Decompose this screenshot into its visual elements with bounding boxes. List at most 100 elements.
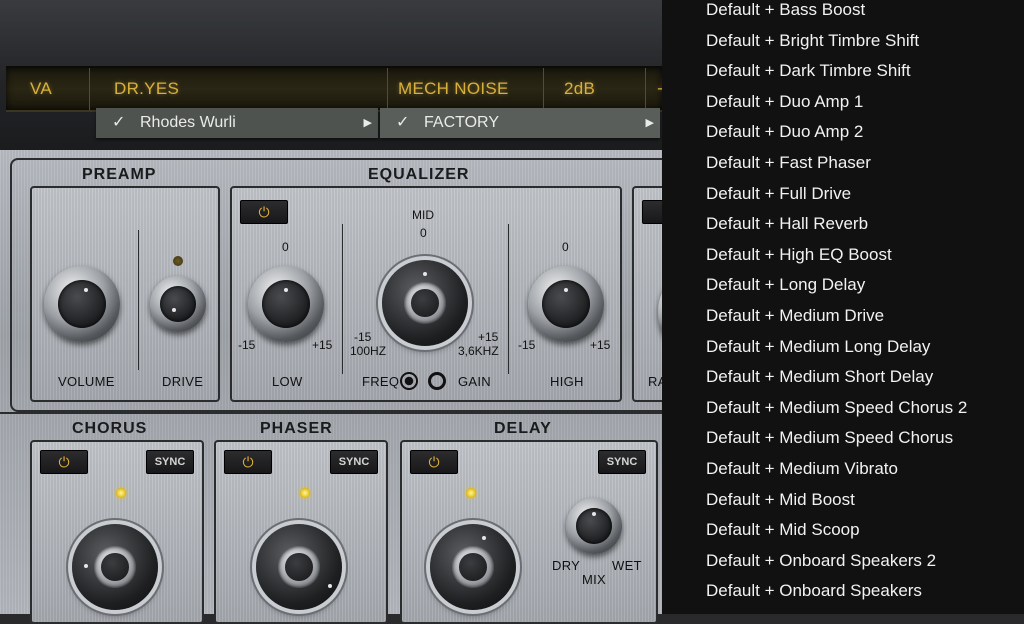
- level-display[interactable]: 2dB: [544, 68, 646, 110]
- mid-knob-inner-cap: [411, 289, 439, 317]
- high-min-label: -15: [518, 338, 536, 352]
- preamp-box: VOLUME DRIVE: [30, 186, 220, 402]
- effects-panel: PREAMP VOLUME DRIVE EQUALIZER ⏻ 0 -15 +1…: [0, 150, 698, 624]
- preset-menu-item[interactable]: Default + Hall Reverb: [706, 209, 868, 239]
- submenu-arrow-icon: ▶: [645, 117, 654, 129]
- preset-menu-item[interactable]: Default + Duo Amp 2: [706, 117, 863, 147]
- preset-menu-item[interactable]: Default + Medium Speed Chorus: [706, 423, 953, 453]
- mid-eq-knob[interactable]: [382, 260, 468, 346]
- delay-title: DELAY: [494, 420, 552, 437]
- phaser-knob-inner-cap: [285, 553, 313, 581]
- chorus-knob-indicator: [84, 564, 88, 568]
- mix-knob-indicator: [592, 512, 596, 516]
- preamp-title: PREAMP: [82, 166, 157, 183]
- low-min-label: -15: [238, 338, 256, 352]
- phaser-knob-indicator: [328, 584, 332, 588]
- high-knob-indicator: [564, 288, 568, 292]
- delay-box: ⏻ SYNC DRY WET MIX: [400, 440, 658, 624]
- phaser-sync-button[interactable]: SYNC: [330, 450, 378, 474]
- gain-radio-icon[interactable]: [428, 372, 446, 390]
- fx-preset-display[interactable]: MECH NOISE: [388, 68, 544, 110]
- preset-menu-item[interactable]: Default + Onboard Speakers 2: [706, 546, 936, 576]
- preset-menu-item[interactable]: Default + Fast Phaser: [706, 148, 871, 178]
- high-label: HIGH: [550, 374, 584, 389]
- mid-title: MID: [412, 208, 434, 222]
- chorus-led: [116, 488, 126, 498]
- preset-menu-item[interactable]: Default + Medium Short Delay: [706, 362, 933, 392]
- low-max-label: +15: [312, 338, 333, 352]
- mid-max-freq-label: 3,6KHZ: [458, 344, 499, 358]
- high-zero-label: 0: [562, 240, 569, 254]
- preset-name-display[interactable]: DR.YES: [90, 68, 388, 110]
- preset-dropdown-menu: Default + Bass Boost Default + Bright Tim…: [662, 0, 1024, 614]
- preset-menu-item[interactable]: Default + Mid Scoop: [706, 515, 860, 545]
- delay-led: [466, 488, 476, 498]
- low-knob-indicator: [284, 288, 288, 292]
- menu-item-label: Rhodes Wurli: [140, 114, 236, 131]
- low-eq-knob[interactable]: [248, 266, 324, 342]
- delay-power-button[interactable]: ⏻: [410, 450, 458, 474]
- preset-menu-item[interactable]: Default + Full Drive: [706, 179, 851, 209]
- volume-knob-indicator: [84, 288, 88, 292]
- eq-divider-right: [508, 224, 509, 374]
- delay-knob-inner-cap: [459, 553, 487, 581]
- delay-knob-indicator: [482, 536, 486, 540]
- gain-label: GAIN: [458, 374, 491, 389]
- equalizer-box: ⏻ 0 -15 +15 LOW MID 0 -15 100HZ +15 3,6K…: [230, 186, 622, 402]
- equalizer-title: EQUALIZER: [368, 166, 470, 183]
- preset-menu-item[interactable]: Default + High EQ Boost: [706, 240, 892, 270]
- mid-max-label: +15: [478, 330, 499, 344]
- menu-item-rhodes-wurli[interactable]: ✓ Rhodes Wurli ▶: [96, 108, 378, 138]
- preset-menu-item[interactable]: Default + Medium Speed Chorus 2: [706, 393, 967, 423]
- eq-divider-left: [342, 224, 343, 374]
- checkmark-icon: ✓: [112, 114, 126, 131]
- preset-menu-item[interactable]: Default + Dark Timbre Shift: [706, 56, 911, 86]
- freq-label: FREQ: [362, 374, 400, 389]
- phaser-power-button[interactable]: ⏻: [224, 450, 272, 474]
- preset-menu-item[interactable]: Default + Medium Vibrato: [706, 454, 898, 484]
- low-knob-cap: [261, 279, 311, 329]
- chorus-sync-button[interactable]: SYNC: [146, 450, 194, 474]
- chorus-title: CHORUS: [72, 420, 148, 437]
- mix-label: MIX: [582, 572, 607, 587]
- drive-label: DRIVE: [162, 374, 204, 389]
- phaser-box: ⏻ SYNC: [214, 440, 388, 624]
- va-logo[interactable]: VA: [6, 68, 90, 110]
- eq-power-button[interactable]: ⏻: [240, 200, 288, 224]
- chorus-rate-knob[interactable]: [72, 524, 158, 610]
- preset-menu-item[interactable]: Default + Onboard Speakers: [706, 576, 922, 606]
- chorus-power-button[interactable]: ⏻: [40, 450, 88, 474]
- preset-menu-item[interactable]: Default + Bass Boost: [706, 0, 865, 25]
- mid-min-label: -15: [354, 330, 372, 344]
- drive-knob[interactable]: [150, 276, 206, 332]
- drive-knob-indicator: [172, 308, 176, 312]
- lcd-display: VA DR.YES MECH NOISE 2dB ┘: [6, 66, 670, 112]
- delay-time-knob[interactable]: [430, 524, 516, 610]
- delay-mix-knob[interactable]: [566, 498, 622, 554]
- preset-menu-item[interactable]: Default + Bright Timbre Shift: [706, 26, 919, 56]
- menu-item-factory[interactable]: ✓ FACTORY ▶: [380, 108, 660, 138]
- low-zero-label: 0: [282, 240, 289, 254]
- preamp-divider: [138, 230, 139, 370]
- preset-menu-item[interactable]: Default + Medium Long Delay: [706, 332, 930, 362]
- phaser-rate-knob[interactable]: [256, 524, 342, 610]
- low-label: LOW: [272, 374, 303, 389]
- volume-label: VOLUME: [58, 374, 115, 389]
- preset-menu-item[interactable]: Default + Mid Boost: [706, 485, 855, 515]
- phaser-title: PHASER: [260, 420, 333, 437]
- high-knob-cap: [541, 279, 591, 329]
- section-separator: [0, 412, 662, 414]
- wet-label: WET: [612, 558, 642, 573]
- volume-knob[interactable]: [44, 266, 120, 342]
- high-max-label: +15: [590, 338, 611, 352]
- delay-sync-button[interactable]: SYNC: [598, 450, 646, 474]
- high-eq-knob[interactable]: [528, 266, 604, 342]
- preset-menu-item[interactable]: Default + Duo Amp 1: [706, 87, 863, 117]
- preset-menu-item[interactable]: Default + Medium Drive: [706, 301, 884, 331]
- mid-zero-label: 0: [420, 226, 427, 240]
- mid-knob-indicator: [423, 272, 427, 276]
- phaser-led: [300, 488, 310, 498]
- chorus-knob-inner-cap: [101, 553, 129, 581]
- freq-radio-icon[interactable]: [400, 372, 418, 390]
- preset-menu-item[interactable]: Default + Long Delay: [706, 270, 865, 300]
